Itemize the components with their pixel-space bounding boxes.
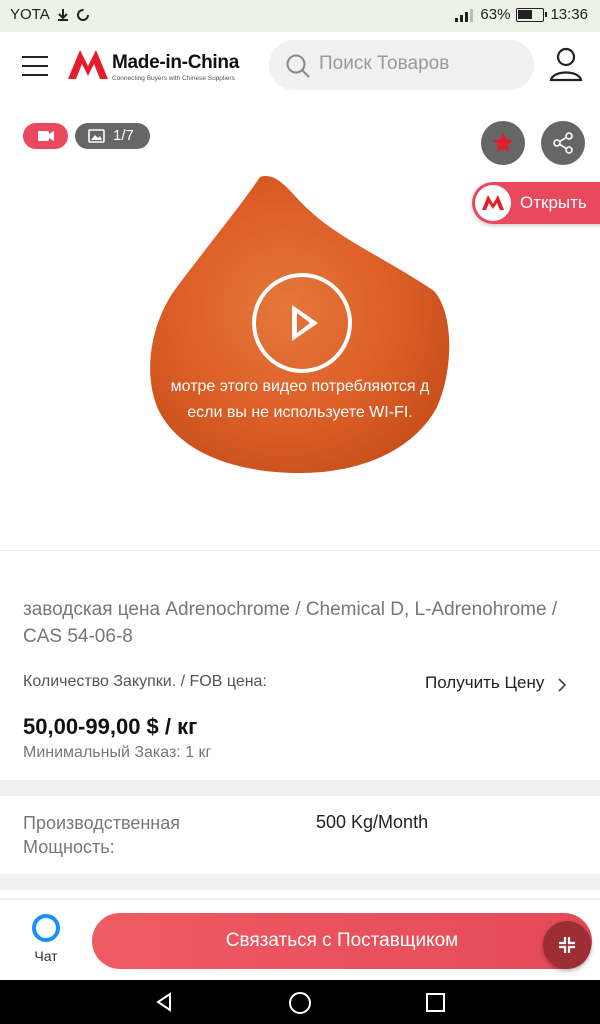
action-bar: Чат Связаться с Поставщиком	[0, 900, 600, 980]
app-logo-icon	[475, 185, 511, 221]
image-icon	[88, 129, 105, 143]
video-camera-icon	[38, 131, 54, 141]
minimum-order: Минимальный Заказ: 1 кг	[23, 744, 212, 761]
back-icon[interactable]	[155, 992, 173, 1012]
video-tab[interactable]	[23, 123, 68, 149]
chat-button[interactable]: Чат	[18, 914, 74, 970]
photo-tab[interactable]: 1/7	[75, 123, 150, 149]
price-range: 50,00-99,00 $ / кг	[23, 714, 198, 739]
video-data-warning: мотре этого видео потребляются д если вы…	[170, 378, 430, 421]
brand-name: Made-in-China	[112, 52, 239, 73]
brand-logo[interactable]: Made-in-China Connecting Buyers with Chi…	[66, 46, 246, 86]
search-input[interactable]: Поиск Товаров	[319, 53, 449, 75]
sync-icon	[76, 8, 89, 21]
brand-tagline: Connecting Buyers with Chinese Suppliers	[112, 75, 235, 82]
chat-icon	[32, 914, 60, 942]
product-info: заводская цена Adrenochrome / Chemical D…	[0, 551, 600, 780]
signal-icon	[455, 8, 474, 22]
fob-price-label: Количество Закупки. / FOB цена:	[23, 673, 267, 690]
user-icon[interactable]	[549, 46, 583, 82]
capacity-value: 500 Kg/Month	[316, 812, 429, 832]
battery-percent: 63%	[480, 6, 511, 23]
home-icon[interactable]	[289, 992, 311, 1014]
product-media: 1/7 мотре этого видео потребляются д есл…	[0, 98, 600, 551]
chevron-right-icon[interactable]	[557, 677, 567, 693]
carrier-name: YOTA	[10, 6, 50, 23]
capacity-row: Производственная Мощность: 500 Kg/Month	[0, 796, 600, 874]
collapse-button[interactable]	[543, 921, 591, 969]
download-icon	[57, 8, 68, 21]
share-button[interactable]	[541, 121, 585, 165]
section-divider	[0, 874, 600, 890]
product-title: заводская цена Adrenochrome / Chemical D…	[23, 599, 558, 647]
get-price-link[interactable]: Получить Цену	[425, 673, 544, 693]
collapse-icon	[559, 937, 575, 953]
battery-icon	[516, 7, 548, 22]
photo-counter: 1/7	[113, 127, 134, 144]
app-header: Made-in-China Connecting Buyers with Chi…	[0, 32, 600, 99]
star-icon	[492, 132, 514, 153]
search-bar[interactable]: Поиск Товаров	[269, 40, 534, 90]
chat-label: Чат	[34, 948, 58, 964]
system-nav-bar	[0, 980, 600, 1024]
share-icon	[553, 132, 573, 154]
contact-supplier-button[interactable]: Связаться с Поставщиком	[92, 913, 592, 969]
brand-logo-mark	[68, 50, 108, 79]
favorite-button[interactable]	[481, 121, 525, 165]
play-button[interactable]	[252, 273, 352, 373]
section-divider	[0, 780, 600, 796]
status-bar: YOTA 63% 13:36	[0, 0, 600, 32]
clock: 13:36	[550, 6, 588, 23]
menu-icon[interactable]	[22, 56, 48, 76]
search-icon	[286, 54, 310, 78]
open-in-app-button[interactable]: Открыть	[472, 182, 600, 224]
capacity-label: Производственная Мощность:	[23, 813, 180, 857]
recent-apps-icon[interactable]	[426, 993, 445, 1012]
open-in-app-label: Открыть	[520, 193, 587, 212]
